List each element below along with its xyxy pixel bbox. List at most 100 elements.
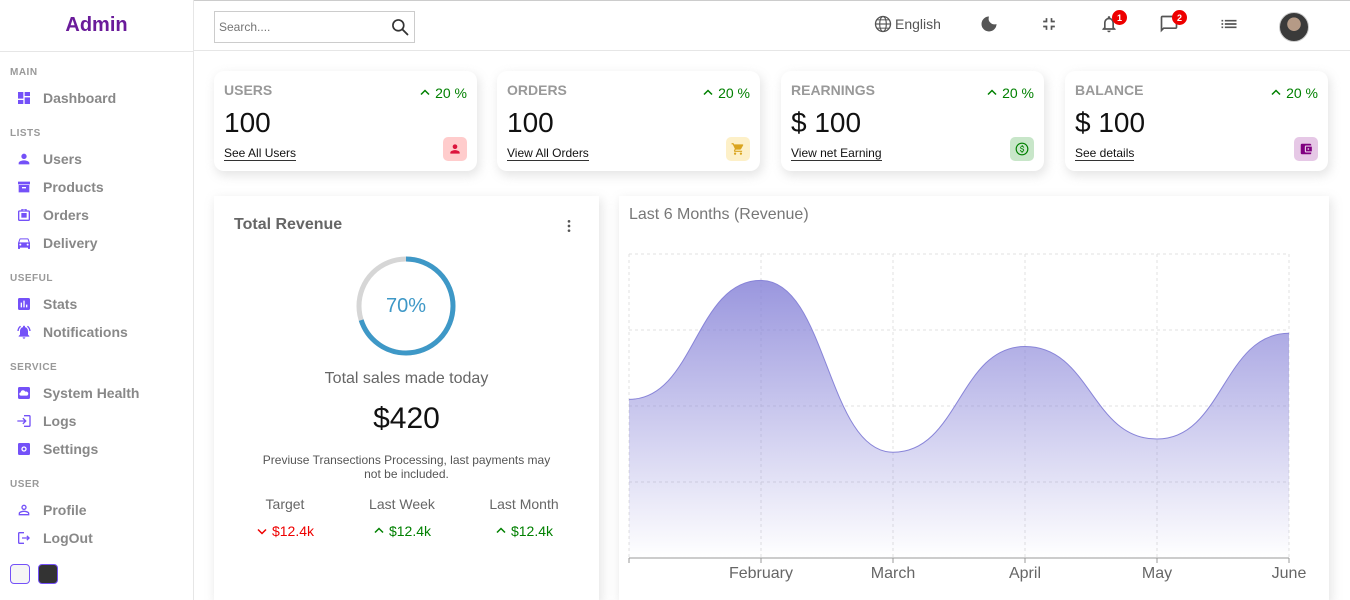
sales-description: Previuse Transections Processing, last p… [262, 453, 551, 481]
widget-icon-box [726, 137, 750, 161]
sales-amount: $420 [373, 402, 440, 435]
widget-percentage: 20 % [702, 85, 750, 101]
widget-link[interactable]: View All Orders [507, 146, 589, 161]
progress-percentage: 70% [385, 294, 427, 317]
more-vert-icon[interactable] [561, 218, 577, 234]
person-icon [450, 144, 460, 154]
x-tick-label: February [729, 565, 793, 582]
sidebar-item-system-health[interactable]: System Health [10, 379, 193, 407]
widget-counter: $ 100 [791, 107, 862, 138]
arrow-up-icon [374, 527, 384, 534]
logout-icon [18, 532, 30, 544]
arrow-up-icon [1271, 89, 1281, 96]
store-icon [18, 181, 30, 193]
search-icon[interactable] [390, 17, 410, 37]
stat-value: $12.4k [271, 523, 315, 539]
x-tick-label: May [1142, 565, 1172, 582]
sidebar-item-orders[interactable]: Orders [10, 201, 193, 229]
sidebar-item-label: Logs [43, 413, 77, 429]
list-icon [1221, 19, 1237, 29]
person-icon [18, 153, 30, 165]
messages-button[interactable]: 2 [1159, 10, 1187, 34]
light-theme-option[interactable] [10, 564, 30, 584]
notifications-button[interactable]: 1 [1099, 10, 1127, 34]
sidebar-item-notifications[interactable]: Notifications [10, 318, 193, 346]
logo-area: Admin [0, 0, 193, 52]
sidebar-item-logout[interactable]: LogOut [10, 524, 193, 552]
widget-link[interactable]: See All Users [224, 146, 297, 161]
dark-mode-toggle[interactable] [979, 14, 999, 34]
widget-percentage: 20 % [419, 85, 467, 101]
widget-title: BALANCE [1075, 82, 1144, 98]
widget-title: ORDERS [507, 82, 567, 98]
sidebar-item-delivery[interactable]: Delivery [10, 229, 193, 257]
globe-icon [874, 15, 892, 33]
sidebar-item-profile[interactable]: Profile [10, 496, 193, 524]
widget-percentage: 20 % [1270, 85, 1318, 101]
arrow-up-icon [420, 89, 430, 96]
stat-value-row: $12.4k [474, 523, 574, 539]
widget-balance: BALANCE $ 100 See details 20 % [1065, 71, 1328, 171]
sidebar-item-label: System Health [43, 385, 140, 401]
cart-icon [731, 143, 744, 155]
sidebar-section-title: MAIN [10, 67, 38, 78]
total-revenue-title: Total Revenue [234, 216, 343, 233]
widget-percentage-value: 20 % [1002, 85, 1034, 101]
logo[interactable]: Admin [65, 14, 127, 37]
profile-icon [18, 504, 30, 516]
stat-value-row: $12.4k [352, 523, 452, 539]
dollar-icon [1015, 142, 1029, 156]
login-icon [17, 415, 31, 427]
arrow-up-icon [703, 89, 713, 96]
notifications-badge: 1 [1112, 10, 1127, 25]
sidebar-section-title: LISTS [10, 128, 41, 139]
widget-percentage-value: 20 % [1286, 85, 1318, 101]
stat-value: $12.4k [510, 523, 554, 539]
x-tick-label: June [1272, 565, 1307, 582]
widget-rearnings: REARNINGS $ 100 View net Earning 20 % [781, 71, 1044, 171]
widget-counter: $ 100 [1075, 107, 1146, 138]
theme-switcher [0, 564, 193, 584]
dashboard-icon [18, 92, 30, 104]
stat-last-month: Last Month $12.4k [474, 496, 574, 539]
list-button[interactable] [1219, 14, 1239, 34]
moon-icon [981, 16, 997, 32]
widget-counter: 100 [507, 107, 554, 138]
sidebar-item-logs[interactable]: Logs [10, 407, 193, 435]
widget-title: REARNINGS [791, 82, 876, 98]
bell-icon [17, 325, 31, 339]
widget-icon-box [443, 137, 467, 161]
sidebar-item-label: Dashboard [43, 90, 117, 106]
car-icon [18, 238, 30, 249]
sidebar-item-dashboard[interactable]: Dashboard [10, 84, 193, 112]
stat-value-row: $12.4k [235, 523, 335, 539]
stat-title: Target [265, 496, 305, 512]
widget-icon-box [1010, 137, 1034, 161]
sidebar-section-title: SERVICE [10, 362, 58, 373]
avatar[interactable] [1279, 12, 1309, 42]
search-input[interactable] [219, 20, 379, 34]
arrow-up-icon [987, 89, 997, 96]
language-selector[interactable]: English [873, 14, 941, 34]
total-revenue-card: Total Revenue 70% Total sales made today… [214, 196, 599, 600]
revenue-area-chart: February March April May June [628, 253, 1307, 582]
sidebar: Admin MAIN Dashboard LISTS Users Products Ord… [0, 0, 194, 600]
cloud-icon [18, 387, 30, 399]
x-tick-label: March [871, 565, 915, 582]
sidebar-item-settings[interactable]: Settings [10, 435, 193, 463]
sidebar-item-stats[interactable]: Stats [10, 290, 193, 318]
sidebar-item-label: LogOut [43, 530, 93, 546]
stat-title: Last Month [489, 496, 559, 512]
sidebar-item-label: Notifications [43, 324, 128, 340]
sidebar-item-products[interactable]: Products [10, 173, 193, 201]
widget-link[interactable]: View net Earning [791, 146, 882, 161]
sidebar-item-label: Delivery [43, 235, 98, 251]
widget-link[interactable]: See details [1075, 146, 1135, 161]
sidebar-item-label: Stats [43, 296, 78, 312]
widget-users: USERS 100 See All Users 20 % [214, 71, 477, 171]
fullscreen-exit-button[interactable] [1039, 14, 1059, 34]
widget-percentage-value: 20 % [435, 85, 467, 101]
x-tick-label: April [1009, 565, 1041, 582]
dark-theme-option[interactable] [38, 564, 58, 584]
sidebar-item-users[interactable]: Users [10, 145, 193, 173]
